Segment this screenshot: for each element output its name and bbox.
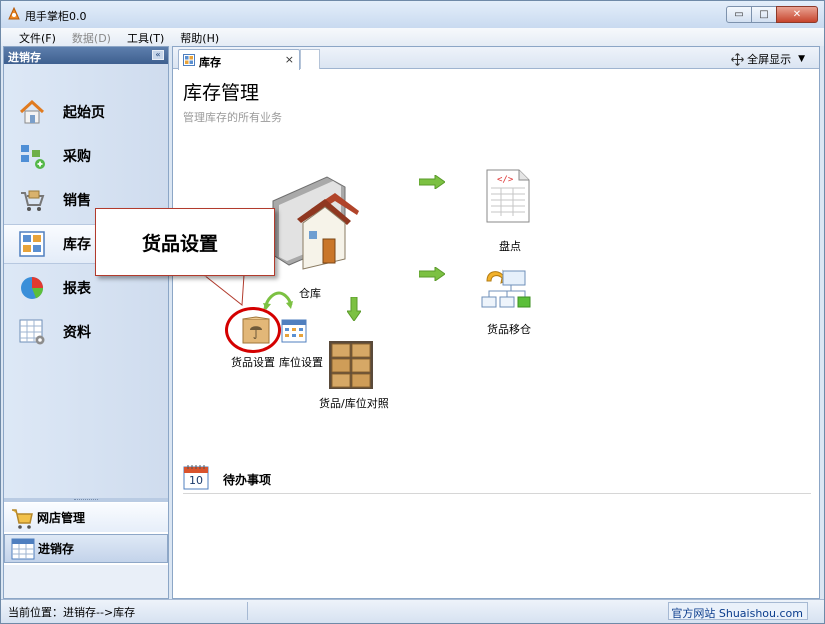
arrow-right-icon bbox=[419, 267, 445, 281]
callout-box: 货品设置 bbox=[95, 208, 275, 276]
minimize-button[interactable]: ▭ bbox=[726, 6, 752, 23]
goods-transfer-label: 货品移仓 bbox=[487, 323, 531, 336]
bottom-nav-shop-label: 网店管理 bbox=[37, 511, 86, 525]
location-settings-icon[interactable] bbox=[281, 319, 307, 343]
stocktake-document-icon[interactable]: </> bbox=[483, 168, 531, 224]
website-link[interactable]: 官方网站 Shuaishou.com bbox=[668, 602, 808, 620]
home-icon bbox=[19, 99, 45, 124]
menu-tools[interactable]: 工具(T) bbox=[119, 28, 172, 46]
inventory-tab-icon bbox=[183, 54, 195, 66]
nav-list: 起始页 采购 销售 库存 报表 资料 bbox=[4, 64, 168, 498]
bottom-nav-inventory[interactable]: 进销存 bbox=[4, 534, 168, 563]
shopping-cart-icon bbox=[12, 508, 33, 529]
page-title: 库存管理 bbox=[183, 82, 260, 104]
nav-label-purchase: 采购 bbox=[63, 149, 91, 165]
nav-item-home[interactable]: 起始页 bbox=[4, 92, 168, 132]
new-tab-button[interactable] bbox=[300, 49, 320, 69]
data-icon bbox=[19, 319, 45, 345]
tab-close-icon[interactable]: × bbox=[285, 53, 294, 66]
bottom-nav-shop[interactable]: 网店管理 bbox=[4, 503, 168, 532]
svg-text:</>: </> bbox=[497, 175, 514, 185]
fullscreen-label: 全屏显示 bbox=[747, 53, 792, 66]
callout-text: 货品设置 bbox=[142, 233, 219, 255]
todo-label[interactable]: 待办事项 bbox=[223, 471, 271, 488]
arrow-down-icon bbox=[347, 297, 361, 321]
pie-chart-icon bbox=[21, 277, 44, 299]
maximize-button[interactable]: □ bbox=[751, 6, 777, 23]
splitter-grip bbox=[74, 499, 98, 501]
nav-item-data[interactable]: 资料 bbox=[4, 312, 168, 352]
status-location: 当前位置：进销存-->库存 bbox=[8, 606, 136, 619]
close-button[interactable]: ✕ bbox=[776, 6, 818, 23]
todo-section: 10 待办事项 bbox=[183, 464, 811, 494]
tab-strip: 库存 × 全屏显示 ▼ bbox=[173, 47, 819, 70]
goods-location-map-label: 货品/库位对照 bbox=[319, 397, 389, 410]
minimize-icon: ▭ bbox=[734, 9, 744, 20]
arrow-right-icon bbox=[419, 175, 445, 189]
nav-label-data: 资料 bbox=[63, 325, 91, 341]
left-panel-header: 进销存 « bbox=[4, 47, 168, 64]
status-separator bbox=[247, 602, 248, 620]
left-panel-title: 进销存 bbox=[8, 51, 41, 64]
collapse-panel-button[interactable]: « bbox=[152, 50, 164, 60]
goods-transfer-icon[interactable] bbox=[481, 267, 531, 311]
calendar-grid-icon bbox=[11, 538, 35, 559]
app-logo-icon bbox=[8, 7, 20, 20]
window-title: 甩手掌柜0.0 bbox=[25, 10, 87, 23]
warehouse-label: 仓库 bbox=[299, 287, 321, 300]
nav-item-purchase[interactable]: 采购 bbox=[4, 136, 168, 176]
nav-label-sales: 销售 bbox=[63, 193, 91, 209]
menu-bar: 文件(F) 数据(D) 工具(T) 帮助(H) bbox=[1, 28, 824, 46]
nav-label-inventory: 库存 bbox=[63, 237, 91, 253]
app-window: 甩手掌柜0.0 ▭ □ ✕ 文件(F) 数据(D) 工具(T) 帮助(H) 进销… bbox=[0, 0, 825, 624]
menu-file[interactable]: 文件(F) bbox=[11, 28, 64, 46]
dropdown-arrow-icon: ▼ bbox=[798, 54, 805, 64]
menu-help[interactable]: 帮助(H) bbox=[172, 28, 227, 46]
calendar-day: 10 bbox=[189, 474, 203, 487]
inventory-icon bbox=[19, 231, 45, 257]
page-subtitle: 管理库存的所有业务 bbox=[183, 111, 282, 124]
maximize-icon: □ bbox=[759, 9, 769, 20]
double-chevron-left-icon: « bbox=[155, 50, 161, 59]
window-controls: ▭ □ ✕ bbox=[726, 6, 818, 23]
location-settings-label: 库位设置 bbox=[279, 356, 323, 369]
fullscreen-button[interactable]: 全屏显示 ▼ bbox=[731, 51, 805, 67]
goods-settings-label: 货品设置 bbox=[231, 356, 275, 369]
goods-location-map-icon[interactable] bbox=[327, 339, 375, 391]
sales-icon bbox=[21, 190, 45, 211]
stocktake-label: 盘点 bbox=[499, 240, 521, 253]
nav-label-home: 起始页 bbox=[63, 105, 105, 121]
left-panel-footer bbox=[4, 565, 168, 598]
left-panel: 进销存 « 起始页 采购 销售 库存 报表 资料 网店管理 进销存 bbox=[3, 46, 169, 599]
title-bar: 甩手掌柜0.0 ▭ □ ✕ bbox=[1, 1, 824, 28]
close-icon: ✕ bbox=[792, 9, 802, 20]
bottom-nav-inventory-label: 进销存 bbox=[38, 542, 75, 556]
tab-inventory-label: 库存 bbox=[199, 56, 221, 69]
status-bar: 当前位置：进销存-->库存 官方网站 Shuaishou.com bbox=[1, 599, 824, 623]
menu-data[interactable]: 数据(D) bbox=[64, 28, 119, 46]
fullscreen-move-icon bbox=[731, 52, 744, 66]
nav-label-reports: 报表 bbox=[63, 281, 91, 297]
panel-splitter[interactable] bbox=[4, 498, 168, 502]
purchase-icon bbox=[21, 145, 45, 169]
tab-inventory[interactable]: 库存 × bbox=[178, 49, 300, 70]
highlight-ring bbox=[225, 307, 281, 353]
callout-tail bbox=[202, 274, 245, 306]
